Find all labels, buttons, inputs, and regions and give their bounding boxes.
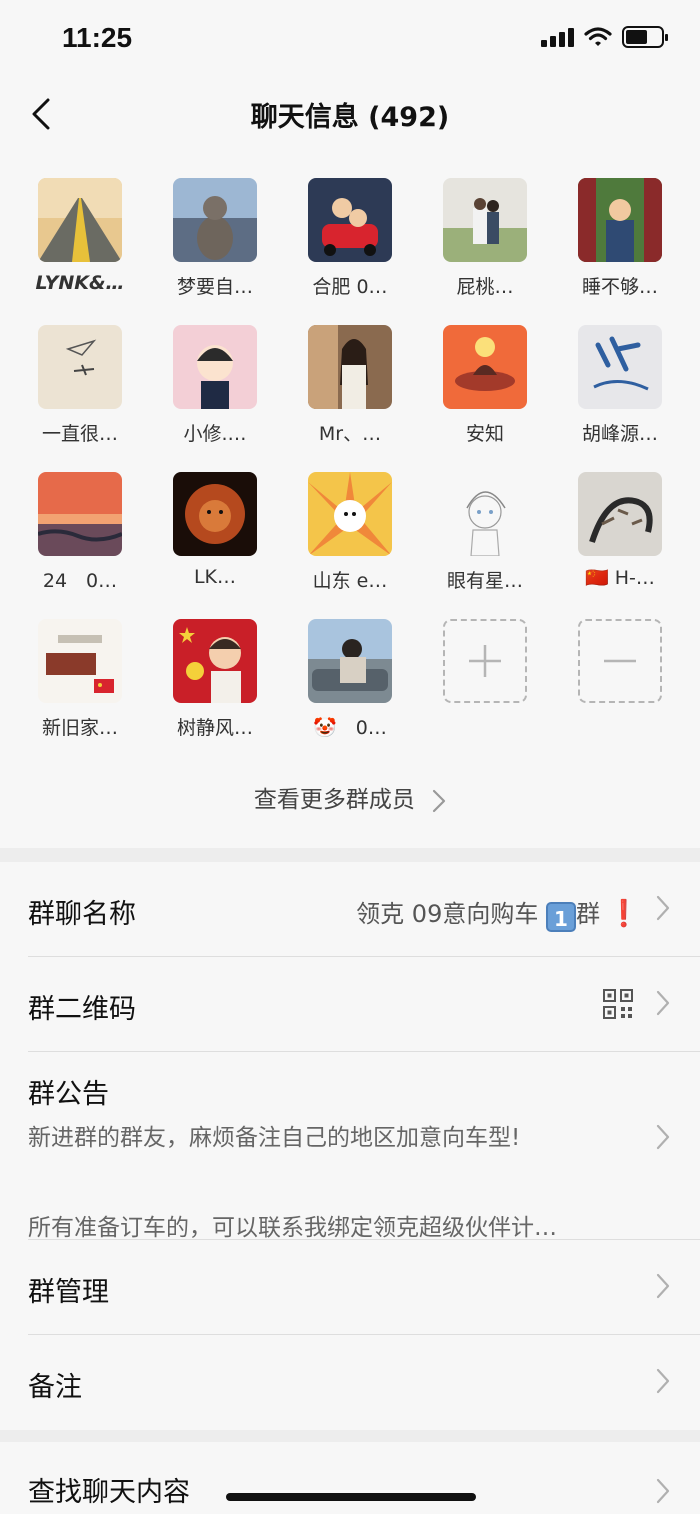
remove-member-button[interactable] [560,619,680,703]
wifi-icon [584,27,612,46]
avatar [443,178,527,262]
avatar [38,178,122,262]
search-chat-row[interactable]: 查找聊天内容 [28,1442,700,1514]
member-name: 新旧家… [41,717,118,739]
member-item[interactable]: 屁桃… [425,178,545,299]
member-name: 胡峰源… [581,423,658,445]
group-notice-row[interactable]: 群公告 新进群的群友，麻烦备注自己的地区加意向车型! 所有准备订车的，可以联系我… [28,1052,700,1241]
member-name: 睡不够… [581,276,658,298]
member-item[interactable]: 🇨🇳 H-… [560,472,680,589]
member-name: 24 0… [42,570,118,592]
member-item[interactable]: 24 0… [20,472,140,593]
avatar [443,472,527,556]
avatar [38,325,122,409]
member-name: 小修.… [183,423,247,445]
avatar [578,178,662,262]
member-name: 山东 e… [312,570,388,592]
member-item[interactable]: Mr、… [290,325,410,446]
chevron-right-icon [656,1273,670,1299]
avatar [173,178,257,262]
member-name: 一直很… [41,423,118,445]
member-item[interactable]: 🤡 0… [290,619,410,740]
avatar [443,325,527,409]
chevron-right-icon [656,895,670,921]
member-item[interactable]: 胡峰源… [560,325,680,446]
page-title: 聊天信息 (492) [250,102,450,133]
member-name: 眼有星… [446,570,523,592]
status-time: 11:25 [62,22,133,53]
chevron-right-icon [656,1478,670,1504]
avatar [173,325,257,409]
member-item[interactable]: 睡不够… [560,178,680,299]
group-manage-row[interactable]: 群管理 [28,1240,700,1335]
nav-bar: 聊天信息 (492) [0,78,700,148]
avatar [308,178,392,262]
group-settings-section: 群聊名称 领克 09意向购车 1群 ❗ 群二维码 群公告 新进群的群友，麻烦备注… [0,862,700,1430]
keycap-one-icon: 1 [545,902,576,932]
member-name: 🇨🇳 H-… [585,567,655,589]
member-item[interactable]: 梦要自… [155,178,275,299]
battery-icon [622,26,668,48]
avatar [308,472,392,556]
view-more-members-label: 查看更多群成员 [253,787,415,813]
group-qr-label: 群二维码 [28,994,136,1025]
qr-code-icon [603,989,633,1019]
member-name: 🤡 0… [313,717,387,739]
group-name-value: 领克 09意向购车 1群 ❗ [356,894,640,932]
member-item[interactable]: 树静风… [155,619,275,740]
avatar [38,619,122,703]
member-name: LYNK&… [35,272,125,294]
avatar [578,325,662,409]
member-item[interactable]: 山东 e… [290,472,410,593]
member-name: Mr、… [318,423,382,445]
avatar [578,472,662,556]
member-grid: LYNK&… 梦要自… 合肥 0… 屁桃… 睡不够… 一直很… 小修.… Mr、… [0,148,700,848]
group-name-suffix: 群 [575,900,600,928]
member-item[interactable]: 一直很… [20,325,140,446]
member-name: 合肥 0… [312,276,388,298]
group-name-label: 群聊名称 [28,899,136,930]
chevron-right-icon [656,990,670,1016]
member-item[interactable]: 新旧家… [20,619,140,740]
group-notice-line: 所有准备订车的，可以联系我绑定领克超级伙伴计… [28,1215,557,1241]
plus-icon [443,619,527,703]
member-name: 梦要自… [176,276,253,298]
avatar [173,472,257,556]
group-name-text: 领克 09意向购车 [356,900,539,928]
remark-row[interactable]: 备注 [28,1335,700,1430]
member-name: 安知 [465,423,504,445]
group-notice-label: 群公告 [28,1079,109,1110]
remark-label: 备注 [28,1372,82,1403]
search-chat-label: 查找聊天内容 [28,1477,190,1508]
member-item[interactable]: 小修.… [155,325,275,446]
member-item[interactable]: LK… [155,472,275,588]
view-more-members-link[interactable]: 查看更多群成员 [0,780,700,814]
group-notice-line: 新进群的群友，麻烦备注自己的地区加意向车型! [28,1125,521,1151]
member-name: 树静风… [176,717,253,739]
group-qr-row[interactable]: 群二维码 [28,957,700,1052]
search-section: 查找聊天内容 [0,1442,700,1514]
member-name: 屁桃… [456,276,514,298]
group-name-row[interactable]: 群聊名称 领克 09意向购车 1群 ❗ [28,862,700,957]
member-item[interactable]: 眼有星… [425,472,545,593]
add-member-button[interactable] [425,619,545,703]
group-manage-label: 群管理 [28,1277,109,1308]
avatar [38,472,122,556]
member-item[interactable]: 合肥 0… [290,178,410,299]
minus-icon [578,619,662,703]
home-indicator[interactable] [226,1493,476,1501]
status-bar: 11:25 [0,0,700,78]
avatar [308,619,392,703]
chevron-right-icon [656,1368,670,1394]
member-item[interactable]: LYNK&… [20,178,140,294]
member-item[interactable]: 安知 [425,325,545,446]
exclamation-icon: ❗ [607,899,640,929]
avatar [173,619,257,703]
status-icons [541,26,668,48]
avatar [308,325,392,409]
chevron-right-icon [433,789,446,812]
chevron-right-icon [656,1124,670,1150]
member-name: LK… [193,566,237,588]
cellular-signal-icon [541,27,574,47]
